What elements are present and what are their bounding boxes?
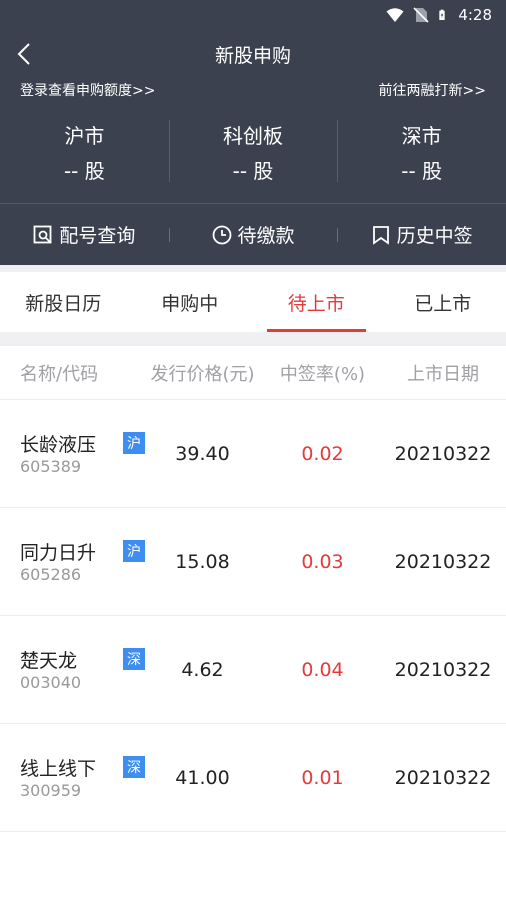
market-sz: 深市 -- 股: [337, 118, 506, 186]
market-value: -- 股: [63, 159, 105, 183]
wifi-icon: [386, 8, 404, 22]
search-doc-icon: [33, 225, 52, 244]
list-date: 20210322: [394, 550, 492, 573]
market-badge: 深: [123, 755, 145, 778]
list-date: 20210322: [394, 658, 492, 681]
market-badge: 沪: [123, 539, 145, 562]
margin-ipo-link[interactable]: 前往两融打新>>: [379, 80, 486, 100]
battery-charging-icon: [439, 9, 445, 20]
action-label: 历史中签: [396, 225, 473, 247]
stock-code: 003040: [20, 672, 82, 692]
stock-name: 长龄液压: [20, 433, 97, 456]
market-value: -- 股: [232, 159, 274, 183]
back-button[interactable]: [12, 40, 36, 68]
market-name: 科创板: [223, 124, 283, 148]
header-panel: 4:28 新股申购 登录查看申购额度>> 前往两融打新>> 沪市 -- 股 科创…: [0, 0, 506, 265]
stock-code: 300959: [20, 780, 82, 800]
stock-code: 605286: [20, 564, 82, 584]
allot-query-button[interactable]: 配号查询: [0, 204, 169, 265]
action-bar: 配号查询 待缴款 历史中签: [0, 204, 506, 265]
page-title: 新股申购: [214, 44, 291, 67]
tab-ipo-calendar[interactable]: 新股日历: [0, 272, 127, 332]
tab-subscribing[interactable]: 申购中: [127, 272, 254, 332]
spacer: [0, 332, 506, 346]
table-header: 名称/代码 发行价格(元) 中签率(%) 上市日期: [0, 346, 506, 400]
issue-price: 15.08: [175, 550, 230, 573]
history-win-button[interactable]: 历史中签: [337, 204, 506, 265]
win-rate: 0.04: [301, 658, 344, 681]
market-badge: 深: [123, 647, 145, 670]
stock-name: 同力日升: [20, 541, 97, 564]
win-rate: 0.02: [301, 442, 344, 465]
table-row[interactable]: 线上线下 300959 深 41.00 0.01 20210322: [0, 724, 506, 832]
issue-price: 41.00: [175, 766, 230, 789]
clock-icon: [212, 225, 231, 244]
table-row[interactable]: 同力日升 605286 沪 15.08 0.03 20210322: [0, 508, 506, 616]
stock-name: 线上线下: [20, 757, 97, 780]
market-badge: 沪: [123, 431, 145, 454]
action-label: 待缴款: [237, 225, 295, 247]
header-win-rate: 中签率(%): [279, 363, 366, 385]
spacer: [0, 265, 506, 272]
table-row[interactable]: 长龄液压 605389 沪 39.40 0.02 20210322: [0, 400, 506, 508]
stock-name: 楚天龙: [20, 649, 78, 672]
market-quotas: 沪市 -- 股 科创板 -- 股 深市 -- 股: [0, 118, 506, 186]
table-row[interactable]: 楚天龙 003040 深 4.62 0.04 20210322: [0, 616, 506, 724]
win-rate: 0.03: [301, 550, 344, 573]
issue-price: 4.62: [181, 658, 224, 681]
market-star: 科创板 -- 股: [168, 118, 338, 186]
tab-listed[interactable]: 已上市: [380, 272, 506, 332]
ipo-table: 长龄液压 605389 沪 39.40 0.02 20210322 同力日升 6…: [0, 400, 506, 832]
header-price: 发行价格(元): [150, 363, 255, 385]
list-date: 20210322: [394, 442, 492, 465]
market-name: 深市: [401, 124, 442, 148]
no-sim-icon: [413, 7, 429, 23]
status-time: 4:28: [458, 6, 492, 24]
stock-code: 605389: [20, 456, 82, 476]
pending-payment-button[interactable]: 待缴款: [168, 204, 338, 265]
title-bar: 新股申购: [0, 38, 506, 70]
tab-bar: 新股日历 申购中 待上市 已上市: [0, 272, 506, 332]
tab-pending-listing[interactable]: 待上市: [253, 272, 380, 332]
issue-price: 39.40: [175, 442, 230, 465]
market-sh: 沪市 -- 股: [0, 118, 169, 186]
market-name: 沪市: [64, 124, 105, 148]
list-date: 20210322: [394, 766, 492, 789]
status-bar: 4:28: [0, 0, 506, 30]
login-quota-link[interactable]: 登录查看申购额度>>: [20, 80, 155, 100]
header-name-code: 名称/代码: [20, 363, 99, 385]
bookmark-icon: [372, 225, 389, 245]
header-list-date: 上市日期: [407, 363, 479, 385]
action-label: 配号查询: [59, 225, 136, 247]
chevron-left-icon: [17, 43, 30, 65]
market-value: -- 股: [401, 159, 443, 183]
win-rate: 0.01: [301, 766, 344, 789]
